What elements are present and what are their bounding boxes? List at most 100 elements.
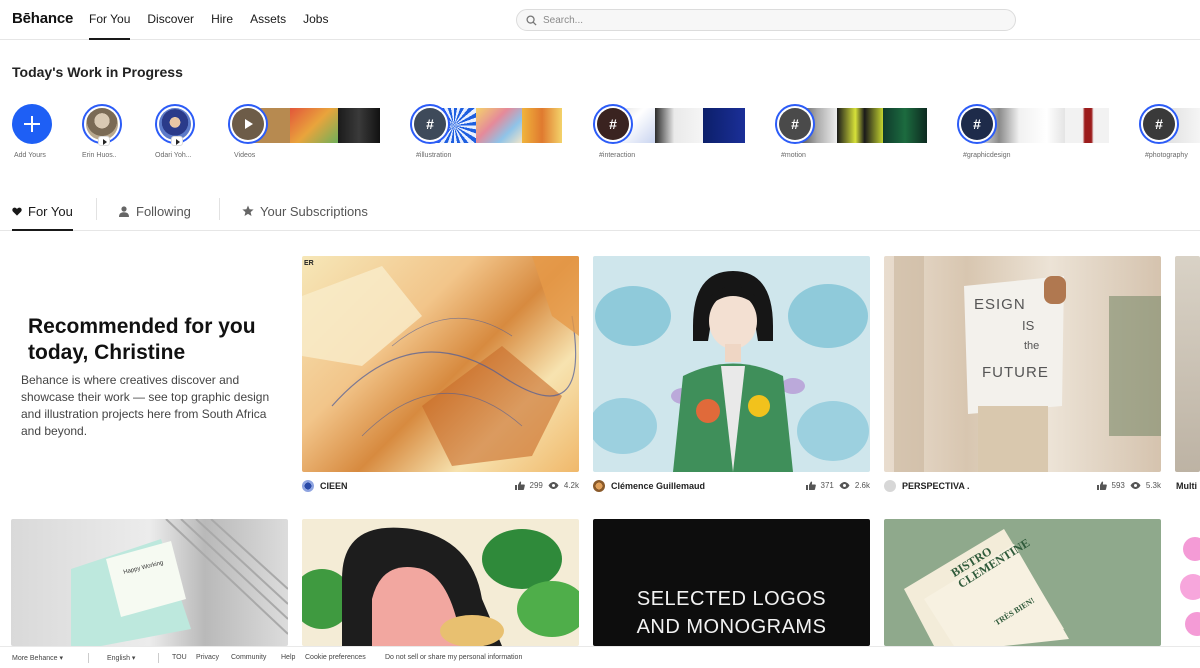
project-artwork xyxy=(1180,537,1200,636)
project-meta: Multi xyxy=(1175,478,1200,494)
nav-link-hire[interactable]: Hire xyxy=(211,0,233,40)
play-icon xyxy=(171,136,183,146)
heart-icon xyxy=(12,207,22,216)
project-stats: 371 2.6k xyxy=(805,481,870,490)
nav-link-discover[interactable]: Discover xyxy=(147,0,194,40)
footer-divider xyxy=(88,653,89,663)
footer-help[interactable]: Help xyxy=(281,654,295,661)
owner-avatar[interactable] xyxy=(302,480,314,492)
search-bar[interactable] xyxy=(516,9,1016,31)
story-user-erin[interactable]: Erin Huos.. xyxy=(82,104,122,159)
story-videos[interactable]: Videos xyxy=(228,104,268,159)
project-card-illustration[interactable] xyxy=(302,519,579,646)
thumbs-up-icon xyxy=(514,481,525,490)
project-card-clemence[interactable] xyxy=(593,256,870,472)
tab-label: Your Subscriptions xyxy=(260,203,368,219)
card-corner-text: ER xyxy=(304,260,314,267)
graphicdesign-thumbnails[interactable] xyxy=(979,108,1109,143)
hashtag-icon: # xyxy=(597,108,629,140)
like-count: 299 xyxy=(529,481,543,490)
like-count: 371 xyxy=(820,481,834,490)
play-icon xyxy=(245,119,253,129)
footer-cookie-preferences[interactable]: Cookie preferences xyxy=(305,654,366,661)
eye-icon xyxy=(1130,482,1141,489)
project-card-cieen[interactable]: ER xyxy=(302,256,579,472)
interaction-thumbnails[interactable] xyxy=(615,108,745,143)
footer-more-behance[interactable]: More Behance ▾ xyxy=(12,654,63,662)
owner-name[interactable]: Clémence Guillemaud xyxy=(611,481,705,491)
story-label: Odari Yoh... xyxy=(155,152,192,159)
project-meta: CIEEN 299 4.2k xyxy=(302,478,579,494)
story-tag-photography[interactable]: # #photography xyxy=(1139,104,1188,159)
view-count: 2.6k xyxy=(854,481,870,490)
story-tag-interaction[interactable]: # #interaction xyxy=(593,104,635,159)
nav-link-jobs[interactable]: Jobs xyxy=(303,0,328,40)
poster-word: ESIGN xyxy=(974,296,1026,313)
story-add-yours[interactable]: Add Yours xyxy=(12,104,52,159)
story-tag-graphicdesign[interactable]: # #graphicdesign xyxy=(957,104,1010,159)
motion-thumbnails[interactable] xyxy=(797,108,927,143)
hashtag-icon: # xyxy=(414,108,446,140)
story-tag-illustration[interactable]: # #illustration xyxy=(410,104,451,159)
project-artwork xyxy=(302,527,579,646)
tab-for-you[interactable]: For You xyxy=(12,192,73,231)
hashtag-icon: # xyxy=(961,108,993,140)
owner-name[interactable]: Multi xyxy=(1176,481,1197,491)
poster-word: IS xyxy=(1022,318,1035,333)
footer-do-not-sell[interactable]: Do not sell or share my personal informa… xyxy=(385,654,522,661)
nav-link-for-you[interactable]: For You xyxy=(89,0,131,40)
eye-icon xyxy=(548,482,559,489)
tag-avatar: # xyxy=(593,104,633,144)
top-navigation: Bēhance For You Discover Hire Assets Job… xyxy=(0,0,1200,40)
footer-privacy[interactable]: Privacy xyxy=(196,654,219,661)
story-label: #motion xyxy=(781,152,806,159)
thumbs-up-icon xyxy=(1096,481,1107,490)
eye-icon xyxy=(839,482,850,489)
tab-subscriptions[interactable]: Your Subscriptions xyxy=(242,192,368,230)
footer: More Behance ▾ English ▾ TOU Privacy Com… xyxy=(0,646,1200,668)
project-artwork xyxy=(71,519,288,646)
story-label: #graphicdesign xyxy=(963,152,1011,159)
footer-tou[interactable]: TOU xyxy=(172,654,187,661)
play-icon xyxy=(98,136,110,146)
search-icon xyxy=(526,15,537,26)
recommended-heading: Recommended for you today, Christine xyxy=(28,315,256,364)
person-icon xyxy=(119,205,129,217)
story-label: Videos xyxy=(234,152,256,159)
footer-language[interactable]: English ▾ xyxy=(107,654,135,662)
hashtag-icon: # xyxy=(1143,108,1175,140)
project-card-logos[interactable]: SELECTED LOGOS AND MONOGRAMS xyxy=(593,519,870,646)
story-user-odari[interactable]: Odari Yoh... xyxy=(155,104,195,159)
project-card-perspectiva[interactable]: ESIGN IS the FUTURE xyxy=(884,256,1161,472)
nav-link-assets[interactable]: Assets xyxy=(250,0,286,40)
behance-logo[interactable]: Bēhance xyxy=(12,10,73,27)
owner-avatar[interactable] xyxy=(884,480,896,492)
add-icon[interactable] xyxy=(12,104,52,144)
owner-avatar[interactable] xyxy=(593,480,605,492)
like-count: 593 xyxy=(1111,481,1125,490)
project-stats: 299 4.2k xyxy=(514,481,579,490)
owner-name[interactable]: PERSPECTIVA . xyxy=(902,481,970,491)
footer-divider xyxy=(158,653,159,663)
project-card-partial[interactable] xyxy=(1175,519,1200,646)
tab-label: For You xyxy=(28,203,73,219)
project-card-multi[interactable] xyxy=(1175,256,1200,472)
videos-thumbnails[interactable] xyxy=(250,108,380,143)
poster-word: FUTURE xyxy=(982,364,1049,381)
search-input[interactable] xyxy=(543,12,1003,28)
tab-label: Following xyxy=(136,203,191,219)
story-label: #photography xyxy=(1145,152,1188,159)
project-card-brochure[interactable]: Happy Working xyxy=(11,519,288,646)
card-text: SELECTED LOGOS AND MONOGRAMS xyxy=(636,588,827,638)
tag-avatar: # xyxy=(410,104,450,144)
story-label: #interaction xyxy=(599,152,636,159)
story-tag-motion[interactable]: # #motion xyxy=(775,104,815,159)
project-artwork xyxy=(302,256,579,466)
illustration-thumbnails[interactable] xyxy=(432,108,562,143)
hashtag-icon: # xyxy=(779,108,811,140)
footer-community[interactable]: Community xyxy=(231,654,266,661)
tab-following[interactable]: Following xyxy=(118,192,191,230)
story-label: Add Yours xyxy=(14,152,46,159)
owner-name[interactable]: CIEEN xyxy=(320,481,348,491)
project-card-bistro[interactable]: BISTRO CLEMENTINE TRÈS BIEN! xyxy=(884,519,1161,646)
